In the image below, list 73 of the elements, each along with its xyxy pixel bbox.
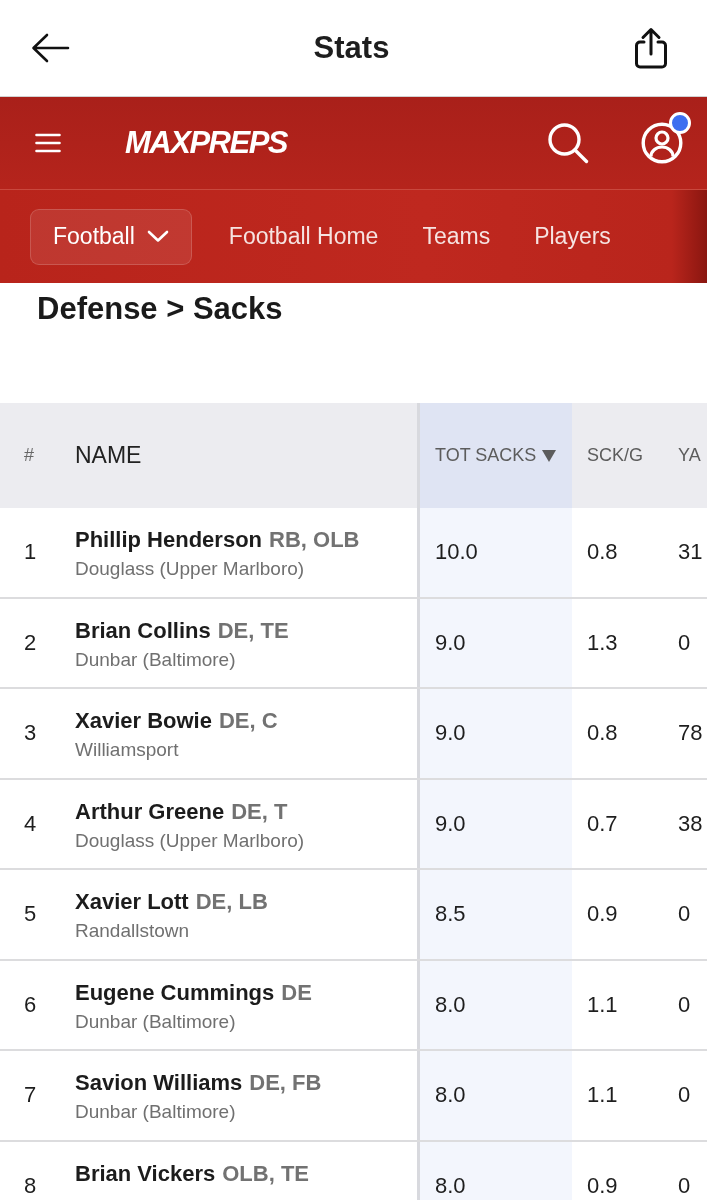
player-position: DE	[281, 979, 312, 1006]
table-cell-text: 1	[23, 538, 38, 567]
table-cell-text: 38	[677, 809, 704, 838]
table-cell-text: 2	[23, 628, 38, 657]
sort-descending-icon	[542, 449, 557, 462]
school-name: Williamsport	[75, 738, 180, 761]
sport-dropdown[interactable]: Football	[30, 208, 192, 265]
player-name[interactable]: Xavier Lott	[75, 889, 189, 915]
table-cell-text: 7	[23, 1081, 38, 1110]
player-position: DE, TE	[217, 617, 289, 644]
screen-title: Stats	[313, 30, 390, 66]
logo[interactable]: MAXPREPS	[125, 125, 287, 161]
table-cell-text: 0.8	[586, 538, 619, 567]
nav-link[interactable]: Players	[534, 223, 611, 250]
player-position: DE, LB	[195, 889, 268, 915]
table-cell: 8.0	[420, 1051, 572, 1140]
player-position: DE, FB	[249, 1070, 322, 1096]
table-cell-text: 1.1	[586, 990, 619, 1019]
table-cell-text: 0	[677, 990, 692, 1019]
table-cell: 8.0	[420, 960, 572, 1049]
account-icon[interactable]	[641, 122, 683, 164]
table-cell-text: 4	[23, 809, 38, 838]
table-cell-text: 0	[677, 1171, 692, 1200]
table-cell-text: 0.8	[586, 719, 619, 748]
table-cell-text: 0	[677, 900, 692, 929]
table-cell-text: 0.9	[586, 1171, 619, 1200]
table-cell: 8.0	[420, 1141, 572, 1200]
table-cell: 10.0	[420, 508, 572, 597]
page-heading: Defense > Sacks	[37, 290, 283, 328]
school-name: Douglass (Upper Marlboro)	[75, 828, 306, 852]
share-icon[interactable]	[633, 27, 669, 69]
player-name[interactable]: Eugene Cummings	[75, 979, 275, 1006]
player-name[interactable]: Phillip Henderson	[75, 527, 263, 553]
table-cell-text: 5	[23, 900, 38, 929]
table-cell: 9.0	[420, 598, 572, 687]
table-cell-text: 31	[677, 538, 704, 567]
player-name[interactable]: Arthur Greene	[75, 798, 225, 825]
column-header[interactable]: TOT SACKS	[420, 403, 572, 508]
search-icon[interactable]	[547, 122, 589, 164]
player-name[interactable]: Xavier Bowie	[75, 708, 212, 734]
table-cell: 8.5	[420, 870, 572, 959]
column-header[interactable]: SCK/G	[572, 403, 663, 508]
player-position: OLB, TE	[222, 1160, 310, 1187]
column-header[interactable]: YA	[663, 403, 707, 508]
table-cell-text: 78	[677, 719, 704, 748]
table-cell-text: 0.9	[586, 900, 619, 929]
player-position: DE, T	[231, 798, 288, 825]
table-cell-text: 1.1	[586, 1081, 619, 1110]
menu-icon[interactable]	[35, 132, 61, 154]
table-cell: 9.0	[420, 689, 572, 778]
school-name: Dunbar (Baltimore)	[75, 647, 237, 671]
player-name[interactable]: Brian Collins	[75, 617, 211, 644]
back-arrow-icon[interactable]	[30, 32, 70, 64]
school-name: Dunbar (Baltimore)	[75, 1009, 237, 1033]
nav-link[interactable]: Football Home	[228, 223, 379, 250]
table-cell-text: 0.7	[586, 809, 619, 838]
school-name: Dunbar (Baltimore)	[75, 1100, 237, 1123]
table-cell: 9.0	[420, 779, 572, 868]
player-name[interactable]: Savion Williams	[75, 1070, 243, 1096]
player-name[interactable]: Brian Vickers	[75, 1160, 216, 1187]
player-position: DE, C	[218, 708, 278, 734]
chevron-down-icon	[146, 230, 169, 243]
table-cell-text: 3	[23, 719, 38, 748]
school-name: Douglass (Upper Marlboro)	[75, 557, 306, 580]
table-cell-text: 1.3	[586, 628, 619, 657]
nav-link[interactable]: Teams	[422, 223, 491, 250]
column-header: #	[23, 444, 35, 467]
table-cell-text: 0	[677, 628, 692, 657]
table-cell-text: 8	[23, 1171, 38, 1200]
table-cell-text: 0	[677, 1081, 692, 1110]
table-cell-text: 6	[23, 990, 38, 1019]
player-position: RB, OLB	[269, 527, 360, 553]
school-name: Randallstown	[75, 919, 191, 942]
